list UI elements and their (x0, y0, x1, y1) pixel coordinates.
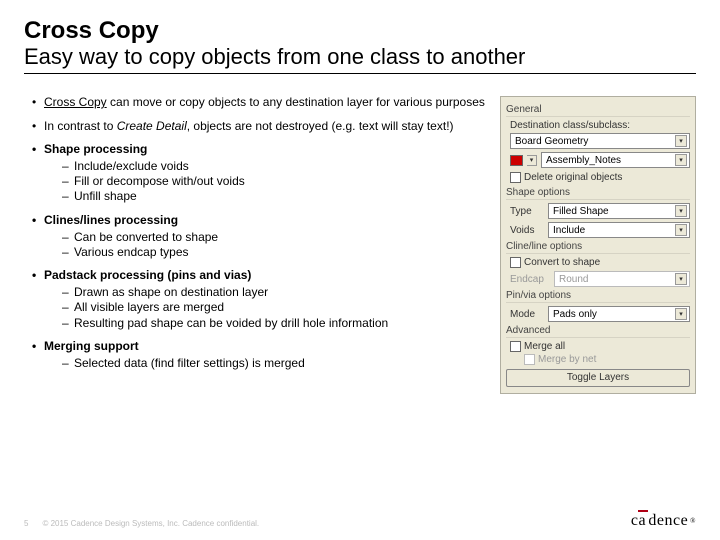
bullet-item: Cross Copy can move or copy objects to a… (32, 96, 486, 109)
chevron-down-icon: ▾ (675, 205, 687, 217)
sub-bullet: Resulting pad shape can be voided by dri… (62, 317, 486, 330)
sub-bullet: Unfill shape (62, 190, 486, 203)
dest-class-label: Destination class/subclass: (510, 120, 690, 131)
bullet-heading: Shape processing Include/exclude voids F… (32, 143, 486, 204)
chevron-down-icon: ▾ (675, 154, 687, 166)
merge-net-checkbox: Merge by net (524, 354, 690, 365)
chevron-down-icon: ▾ (675, 135, 687, 147)
options-panel: General Destination class/subclass: Boar… (500, 96, 696, 394)
copyright-text: © 2015 Cadence Design Systems, Inc. Cade… (42, 519, 259, 528)
sub-bullet: Fill or decompose with/out voids (62, 175, 486, 188)
dest-class-dropdown[interactable]: Board Geometry▾ (510, 133, 690, 149)
sub-bullet: All visible layers are merged (62, 301, 486, 314)
slide-body: Cross Copy can move or copy objects to a… (24, 96, 486, 394)
pin-mode-dropdown[interactable]: Pads only▾ (548, 306, 690, 322)
sub-bullet: Include/exclude voids (62, 160, 486, 173)
pin-mode-label: Mode (510, 309, 544, 320)
endcap-dropdown: Round▾ (554, 271, 690, 287)
bullet-heading: Merging support Selected data (find filt… (32, 340, 486, 370)
cadence-logo: cdence® (631, 512, 696, 530)
color-swatch[interactable] (510, 155, 523, 166)
slide-title: Cross Copy (24, 18, 696, 43)
bullet-item: In contrast to Create Detail, objects ar… (32, 120, 486, 133)
chevron-down-icon[interactable]: ▾ (527, 155, 537, 166)
bullet-heading: Clines/lines processing Can be converted… (32, 214, 486, 260)
sub-bullet: Various endcap types (62, 246, 486, 259)
page-number: 5 (24, 519, 28, 528)
group-advanced: Advanced (506, 325, 690, 338)
chevron-down-icon: ▾ (675, 308, 687, 320)
delete-original-checkbox[interactable]: Delete original objects (510, 172, 690, 183)
shape-voids-label: Voids (510, 225, 544, 236)
shape-voids-dropdown[interactable]: Include▾ (548, 222, 690, 238)
sub-bullet: Can be converted to shape (62, 231, 486, 244)
sub-bullet: Drawn as shape on destination layer (62, 286, 486, 299)
endcap-label: Endcap (510, 274, 550, 285)
group-cline: Cline/line options (506, 241, 690, 254)
sub-bullet: Selected data (find filter settings) is … (62, 357, 486, 370)
group-pin: Pin/via options (506, 290, 690, 303)
toggle-layers-button[interactable]: Toggle Layers (506, 369, 690, 387)
slide-footer: 5 © 2015 Cadence Design Systems, Inc. Ca… (24, 519, 259, 528)
bullet-heading: Padstack processing (pins and vias) Draw… (32, 269, 486, 330)
group-general: General (506, 104, 690, 117)
shape-type-dropdown[interactable]: Filled Shape▾ (548, 203, 690, 219)
merge-all-checkbox[interactable]: Merge all (510, 341, 690, 352)
dest-subclass-dropdown[interactable]: Assembly_Notes▾ (541, 152, 690, 168)
group-shape: Shape options (506, 187, 690, 200)
chevron-down-icon: ▾ (675, 273, 687, 285)
convert-shape-checkbox[interactable]: Convert to shape (510, 257, 690, 268)
shape-type-label: Type (510, 206, 544, 217)
slide-subtitle: Easy way to copy objects from one class … (24, 45, 696, 74)
chevron-down-icon: ▾ (675, 224, 687, 236)
